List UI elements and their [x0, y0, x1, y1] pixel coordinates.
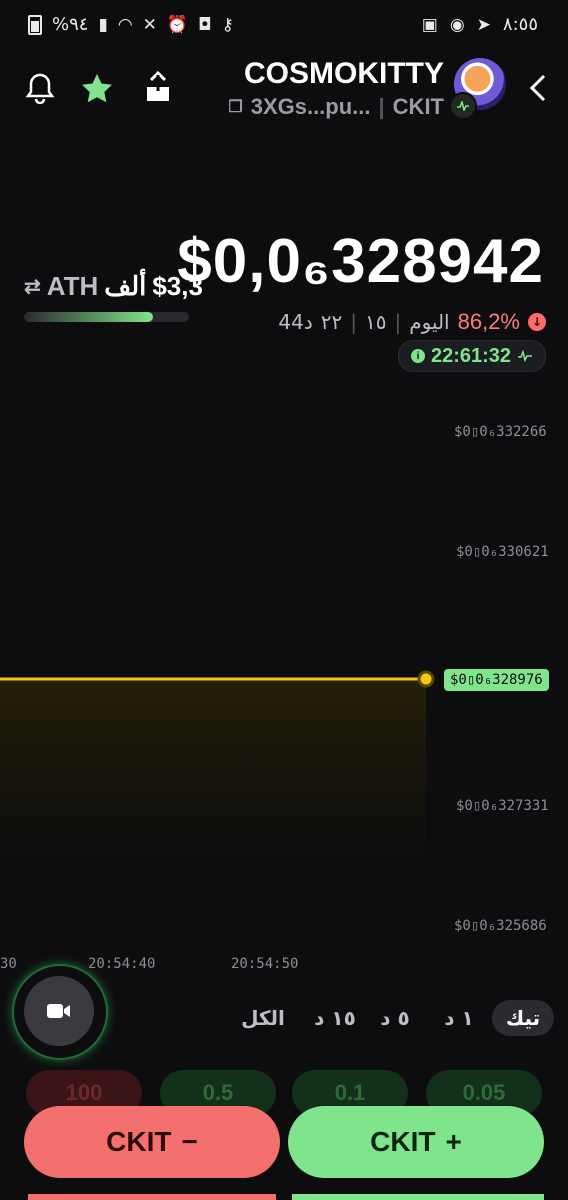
ath-label: ATH [46, 271, 99, 301]
timer-pill[interactable]: i 22:61:32 [398, 340, 546, 372]
x-tick-label: 30 [0, 956, 17, 972]
plus-icon: + [445, 1126, 462, 1157]
buy-button[interactable]: CKIT + [288, 1106, 544, 1178]
x-tick-label: 20:54:50 [231, 956, 299, 972]
mute-icon: ✕ [142, 14, 157, 35]
age-a: ١٥ [364, 310, 387, 334]
ath-progress-bar [24, 312, 189, 322]
minus-icon: − [181, 1126, 198, 1157]
camera-button[interactable] [24, 976, 94, 1046]
sell-button[interactable]: CKIT − [24, 1106, 280, 1178]
chart-badge-icon [449, 92, 477, 120]
last-price-point [417, 670, 435, 688]
contract-address[interactable]: 3XGs...pu... [251, 94, 371, 120]
key-icon: ⚷ [221, 14, 234, 35]
app-icon: ◉ [449, 14, 465, 35]
battery-icon [28, 14, 42, 35]
ath-row: ⇄ ATH ألف $3,3 [24, 271, 203, 302]
y-tick-label: $0▯0₆327331 [456, 798, 549, 814]
tab-1m[interactable]: ١ د [434, 1000, 484, 1036]
telegram-icon: ➤ [476, 14, 491, 35]
swap-icon[interactable]: ⇄ [24, 274, 41, 299]
down-arrow-icon: ↓ [528, 313, 546, 331]
clock: ٨:٥٥ [502, 14, 538, 35]
status-right: ▣ ◉ ➤ ٨:٥٥ [422, 14, 538, 35]
translate-icon: ▣ [421, 14, 438, 35]
sell-strip [28, 1194, 276, 1200]
bell-icon[interactable] [20, 68, 60, 108]
divider: | [378, 94, 385, 119]
token-subtitle: ❐ 3XGs...pu... | CKIT [228, 94, 444, 120]
token-name: COSMOKITTY [244, 57, 444, 90]
divider: | [350, 310, 357, 334]
ath-progress-fill [24, 312, 153, 322]
buy-label: CKIT [370, 1126, 436, 1157]
price-change-row: 44د ٢٢ | ١٥ | اليوم 86,2% ↓ [278, 309, 546, 335]
timer-value: 22:61:32 [430, 344, 512, 367]
y-tick-label: $0▯0₆332266 [454, 424, 547, 440]
y-tick-label: $0▯0₆325686 [454, 918, 547, 934]
current-price-tag: $0▯0₆328976 [444, 669, 549, 691]
ath-unit: ألف [104, 271, 147, 301]
star-icon[interactable] [77, 68, 117, 108]
video-camera-icon [47, 1004, 70, 1018]
signal-icon: ▮ [98, 14, 108, 35]
status-bar: %٩٤ ▮ ◠ ✕ ⏰ ◘ ⚷ ▣ ◉ ➤ ٨:٥٥ [0, 0, 568, 52]
y-tick-label: $0▯0₆330621 [456, 544, 549, 560]
sell-label: CKIT [106, 1126, 172, 1157]
wifi-icon: ◠ [117, 14, 133, 35]
ticker: CKIT [392, 94, 444, 119]
info-icon: i [410, 349, 425, 363]
ath-value: $3,3 [152, 271, 203, 301]
current-price: $0,0₆328942 [177, 227, 544, 296]
buy-strip [292, 1194, 544, 1200]
copy-icon[interactable]: ❐ [228, 97, 242, 117]
share-icon[interactable] [138, 68, 178, 108]
battery-percent: %٩٤ [52, 14, 89, 35]
app-notification-icon: ◘ [198, 14, 212, 35]
tab-tick[interactable]: تيك [492, 1000, 554, 1036]
alarm-icon: ⏰ [166, 14, 189, 35]
back-chevron-icon[interactable] [518, 68, 558, 108]
x-tick-label: 20:54:40 [88, 956, 156, 972]
chart-area [0, 679, 426, 926]
change-percent: 86,2% [457, 309, 520, 334]
status-left: %٩٤ ▮ ◠ ✕ ⏰ ◘ ⚷ [28, 14, 234, 35]
age-b: ٢٢ [320, 310, 343, 334]
tab-5m[interactable]: ٥ د [370, 1000, 420, 1036]
tab-15m[interactable]: ١٥ د [306, 1000, 364, 1036]
pulse-icon [518, 350, 533, 362]
divider: | [394, 310, 402, 334]
age-minutes: 44د [278, 310, 313, 334]
change-period: اليوم [409, 310, 450, 334]
tab-all[interactable]: الكل [232, 1000, 294, 1036]
